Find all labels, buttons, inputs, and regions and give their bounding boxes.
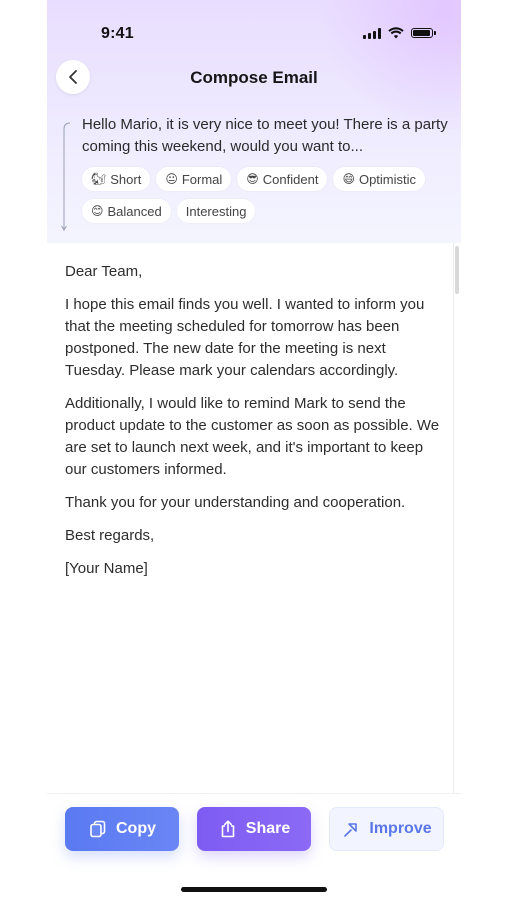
email-content-area[interactable]: Dear Team, I hope this email finds you w… [47, 243, 454, 793]
neutral-face-icon: 😐 [165, 172, 178, 186]
action-bar: Copy Share Improve [47, 793, 461, 900]
tone-chips: 🐿 Short 😐 Formal 😎 Confident 😄 Optimisti… [82, 167, 452, 223]
share-label: Share [245, 820, 291, 837]
chip-label: Balanced [107, 203, 162, 219]
tone-chip-formal[interactable]: 😐 Formal [156, 167, 232, 191]
tone-chip-interesting[interactable]: Interesting [176, 199, 256, 223]
prompt-connector-line [61, 122, 71, 231]
status-icons [363, 27, 436, 39]
scrollbar[interactable] [455, 246, 459, 294]
share-button[interactable]: Share [197, 807, 311, 851]
tone-chip-optimistic[interactable]: 😄 Optimistic [333, 167, 426, 191]
tone-chip-confident[interactable]: 😎 Confident [237, 167, 328, 191]
battery-icon [411, 28, 436, 38]
share-icon [221, 820, 235, 838]
home-indicator [181, 887, 327, 892]
copy-button[interactable]: Copy [65, 807, 179, 851]
tone-chip-balanced[interactable]: 😊 Balanced [82, 199, 171, 223]
chip-label: Optimistic [358, 171, 417, 187]
email-body[interactable]: Dear Team, I hope this email finds you w… [65, 261, 445, 591]
sunglasses-face-icon: 😎 [246, 172, 259, 186]
smiling-face-icon: 😊 [91, 204, 104, 218]
tone-chip-short[interactable]: 🐿 Short [82, 167, 151, 191]
prompt-text[interactable]: Hello Mario, it is very nice to meet you… [82, 114, 448, 158]
email-paragraph: Thank you for your understanding and coo… [65, 494, 406, 511]
page-title: Compose Email [190, 68, 318, 87]
email-greeting: Dear Team, [65, 263, 143, 280]
email-signoff: Best regards, [65, 527, 155, 544]
improve-button[interactable]: Improve [329, 807, 444, 851]
wifi-icon [388, 27, 404, 39]
compose-email-screen: 9:41 Compose Email Hello Mario, it is ve… [47, 0, 461, 900]
improve-arrow-icon [344, 823, 358, 837]
grinning-face-icon: 😄 [342, 172, 355, 186]
header: 9:41 Compose Email Hello Mario, it is ve… [47, 0, 461, 243]
signal-icon [363, 27, 381, 39]
email-paragraph: Additionally, I would like to remind Mar… [65, 395, 440, 478]
chip-label: Formal [181, 171, 223, 187]
email-paragraph: I hope this email finds you well. I want… [65, 296, 425, 379]
email-signature: [Your Name] [65, 560, 148, 577]
chip-label: Short [110, 171, 142, 187]
copy-label: Copy [116, 820, 156, 837]
chip-label: Confident [262, 171, 319, 187]
status-time: 9:41 [101, 25, 134, 42]
squirrel-icon: 🐿 [91, 172, 107, 186]
chip-label: Interesting [185, 203, 247, 219]
improve-label: Improve [369, 820, 432, 837]
copy-icon [90, 820, 106, 838]
